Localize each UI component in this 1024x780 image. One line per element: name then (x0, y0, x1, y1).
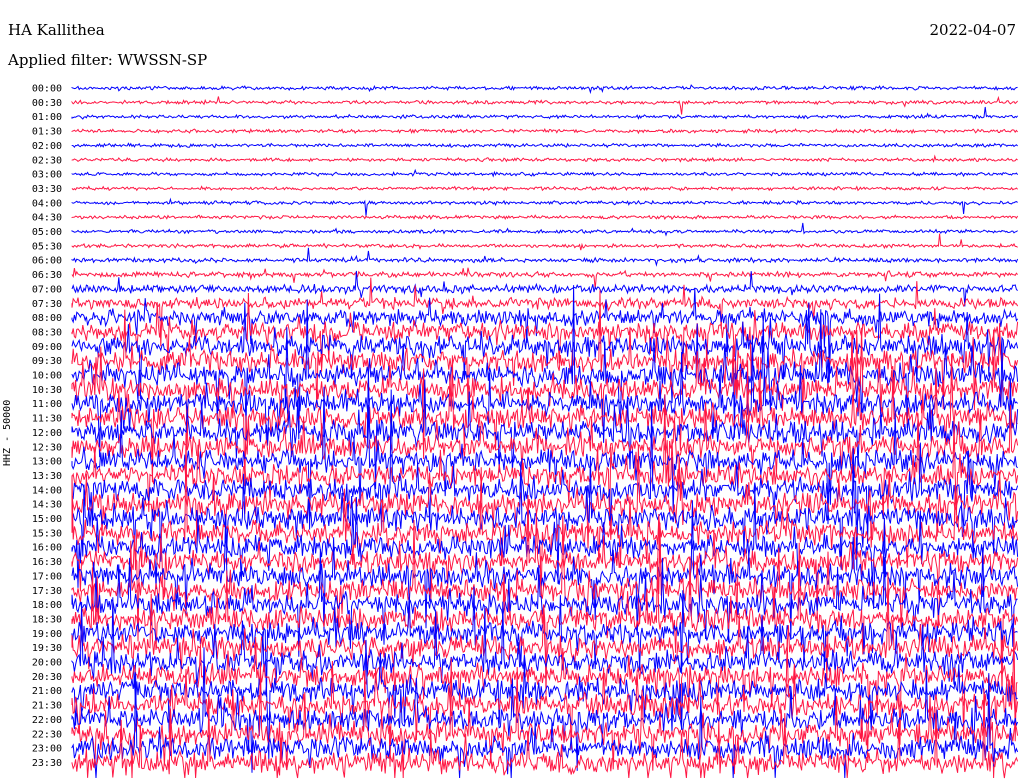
time-tick-label: 11:30 (32, 414, 62, 425)
time-tick-label: 10:00 (32, 371, 62, 382)
time-tick-labels: 00:00 00:30 01:00 01:30 02:00 02:30 03:00 03:30… (32, 84, 62, 769)
time-tick-label: 00:00 (32, 84, 62, 95)
trace-line (71, 95, 1018, 115)
time-tick-label: 14:00 (32, 485, 62, 496)
time-tick-label: 05:30 (32, 241, 62, 252)
trace-line (71, 290, 1019, 420)
time-tick-label: 13:30 (32, 471, 62, 482)
time-tick-label: 08:00 (32, 313, 62, 324)
trace-line (71, 197, 1018, 216)
trace-line (71, 84, 1018, 95)
trace-line (71, 168, 1018, 178)
time-tick-label: 13:00 (32, 457, 62, 468)
time-tick-label: 12:00 (32, 428, 62, 439)
time-tick-label: 06:30 (32, 270, 62, 281)
time-tick-label: 22:00 (32, 715, 62, 726)
time-tick-label: 07:30 (32, 299, 62, 310)
time-tick-label: 01:00 (32, 112, 62, 123)
trace-line (71, 335, 1018, 458)
trace-line (71, 233, 1018, 251)
trace-line (71, 267, 1018, 289)
trace-line (71, 154, 1018, 164)
time-tick-label: 19:30 (32, 643, 62, 654)
time-tick-label: 20:30 (32, 672, 62, 683)
time-tick-label: 21:00 (32, 686, 62, 697)
time-tick-label: 15:30 (32, 528, 62, 539)
time-tick-label: 05:00 (32, 227, 62, 238)
time-tick-label: 06:00 (32, 256, 62, 267)
time-tick-label: 02:30 (32, 155, 62, 166)
time-tick-label: 00:30 (32, 98, 62, 109)
trace-line (71, 285, 1019, 440)
time-tick-label: 21:30 (32, 701, 62, 712)
time-tick-label: 20:00 (32, 658, 62, 669)
time-tick-label: 15:00 (32, 514, 62, 525)
trace-line (71, 185, 1018, 192)
time-tick-label: 10:30 (32, 385, 62, 396)
time-tick-label: 16:00 (32, 543, 62, 554)
time-tick-label: 14:30 (32, 500, 62, 511)
time-tick-label: 01:30 (32, 127, 62, 138)
time-tick-label: 19:00 (32, 629, 62, 640)
seismogram-traces (71, 84, 1019, 779)
trace-line (71, 127, 1018, 135)
time-tick-label: 09:30 (32, 356, 62, 367)
time-tick-label: 08:30 (32, 327, 62, 338)
time-tick-label: 02:00 (32, 141, 62, 152)
time-tick-label: 18:30 (32, 614, 62, 625)
time-tick-label: 04:30 (32, 213, 62, 224)
time-tick-label: 03:30 (32, 184, 62, 195)
time-tick-label: 09:00 (32, 342, 62, 353)
trace-line (71, 106, 1018, 120)
time-tick-label: 17:00 (32, 571, 62, 582)
time-tick-label: 18:00 (32, 600, 62, 611)
trace-line (71, 222, 1018, 237)
trace-line (71, 214, 1019, 221)
time-tick-label: 23:00 (32, 744, 62, 755)
trace-line (71, 142, 1018, 149)
trace-line (71, 247, 1019, 267)
trace-line (71, 444, 1019, 549)
seismogram-plot: 00:00 00:30 01:00 01:30 02:00 02:30 03:00 03:30… (32, 84, 1019, 779)
time-tick-label: 11:00 (32, 399, 62, 410)
time-tick-label: 07:00 (32, 284, 62, 295)
time-tick-label: 16:30 (32, 557, 62, 568)
time-tick-label: 12:30 (32, 442, 62, 453)
time-tick-label: 04:00 (32, 198, 62, 209)
time-tick-label: 17:30 (32, 586, 62, 597)
time-tick-label: 03:00 (32, 170, 62, 181)
time-tick-label: 23:30 (32, 758, 62, 769)
time-tick-label: 22:30 (32, 729, 62, 740)
